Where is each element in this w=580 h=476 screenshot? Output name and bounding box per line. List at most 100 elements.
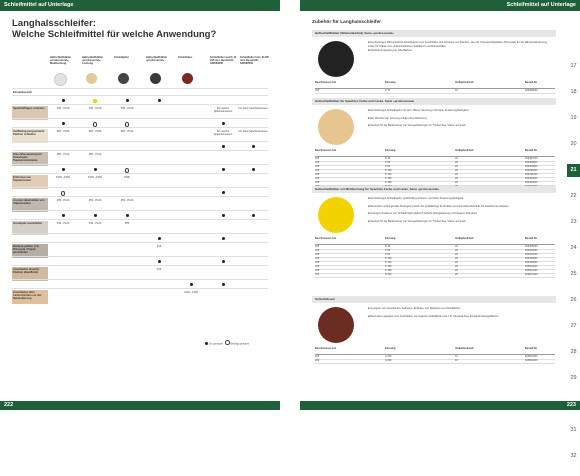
grit-range: Für weiche Spachtelmassen <box>213 130 233 136</box>
chapter-tab[interactable]: 23 <box>567 216 580 229</box>
suitable-dot-icon <box>238 168 268 172</box>
grit-range: A100 - A180 <box>184 291 198 294</box>
chapter-tab[interactable]: 20 <box>567 138 580 151</box>
grit-range: Für weiche Spachtelmassen <box>213 107 233 113</box>
suitable-dot-icon <box>208 122 238 126</box>
suitable-dot-icon <box>80 99 110 104</box>
grit-range: P16 <box>156 245 162 248</box>
column-header: Haftschleifblätter »professional« <box>146 56 168 62</box>
suitable-dot-icon <box>144 260 174 264</box>
grit-range: P60 - P120 <box>56 107 70 110</box>
bullet-text: Hochwertiges Schleifpapier, grobfleckig … <box>370 197 464 200</box>
chapter-tab[interactable]: 25 <box>567 268 580 281</box>
suitable-dot-icon <box>208 237 238 241</box>
chapter-tab[interactable]: 32 <box>567 450 580 463</box>
bullet-text: Hochwertiges Schleifpapier mit sehr offe… <box>370 109 469 112</box>
grit-range: P60 - P100 <box>88 199 102 202</box>
spec-table-header: Durchmesser mm Körnung Verkaufseinheit Best… <box>315 237 555 245</box>
spec-column-header: Verkaufseinheit <box>455 237 474 240</box>
matrix-header: Haftschleifblätter »professional«, Multi… <box>50 55 269 73</box>
chapter-tab[interactable]: 26 <box>567 294 580 307</box>
feature-bullet: ■ Besonders geeignet zum Anschleifen von… <box>368 315 548 319</box>
suitable-dot-icon <box>238 214 268 218</box>
product-section: Haftschleifblätter für Spachtel, Farbe u… <box>312 98 556 191</box>
spec-cell: 10 <box>455 89 458 92</box>
legend-suitable: Gut geeignet <box>208 342 224 346</box>
chapter-tab[interactable]: 28 <box>567 346 580 359</box>
chapter-tab[interactable]: 19 <box>567 112 580 125</box>
spec-cell: 25 <box>455 273 458 276</box>
row-label: Glas-/Vliestapetenputz Streichputz Tapet… <box>13 153 42 162</box>
column-header: Haftschleifblätter »professional«, Multi… <box>50 56 72 65</box>
matrix-row: Vollflächig einspachtelte Flächen schlei… <box>12 127 268 143</box>
column-header: Schleifvlies <box>178 56 193 59</box>
spec-cell: 225 <box>315 273 320 276</box>
suitable-dot-icon <box>48 99 78 103</box>
suitable-dot-icon <box>144 99 174 103</box>
matrix-row: Entfernen von Tapetenresten P100 - P180 P1… <box>12 173 268 189</box>
suitable-dot-icon <box>112 99 142 103</box>
matrix-row: Grundputz anschleifen P40 - P100 P40 - P10… <box>12 219 268 235</box>
chapter-tab[interactable]: 31 <box>567 424 580 437</box>
section-title: Haftschleifblätter mit Multilochung für … <box>312 186 556 193</box>
bullet-text: Perfekte Anpassung an Oberflächen <box>370 48 412 52</box>
spec-column-header: Durchmesser mm <box>315 149 337 152</box>
right-footer: 223 <box>300 401 580 410</box>
bullet-text: Ein Wechsel der Körnung erfolgt ohne Wer… <box>370 116 427 120</box>
left-page-number: 222 <box>4 402 14 408</box>
spec-table-header: Durchmesser mm Körnung Verkaufseinheit Best… <box>315 347 555 355</box>
grit-range: P80 - P120 <box>56 153 70 156</box>
row-label: Entfernen von Tapetenresten <box>13 176 32 182</box>
chapter-tab[interactable]: 29 <box>567 372 580 385</box>
chapter-tab[interactable]: 18 <box>567 86 580 99</box>
spec-column-header: Durchmesser mm <box>315 347 337 350</box>
title-line-2: Welche Schleifmittel für welche Anwendun… <box>12 29 217 40</box>
grit-range: P16 <box>156 268 162 271</box>
row-label: Decken/-platten (z.B. Dicryspal / Pagel)… <box>13 245 40 254</box>
spec-column-header: Körnung <box>385 149 396 152</box>
feature-bullet: ■ Speziell für die Bearbeitung von Versp… <box>368 220 548 224</box>
spec-column-header: Verkaufseinheit <box>455 149 474 152</box>
spec-column-header: Körnung <box>385 81 396 84</box>
spec-table-header: Durchmesser mm Körnung Verkaufseinheit Best… <box>315 81 555 89</box>
spec-column-header: Verkaufseinheit <box>455 81 474 84</box>
spec-column-header: Körnung <box>385 237 396 240</box>
product-image <box>318 41 354 77</box>
spec-column-header: Verkaufseinheit <box>455 347 474 350</box>
suitable-dot-icon <box>48 122 78 126</box>
left-header-bar: Schleifmittel auf Unterlage <box>0 0 280 11</box>
column-header: Schleifteller hart, Ø 225 mm, Bestell-Nr… <box>240 56 269 65</box>
spec-column-header: Durchmesser mm <box>315 237 337 240</box>
chapter-tab[interactable]: 27 <box>567 320 580 333</box>
grit-range: Für harte Spachtelmassen <box>238 107 268 110</box>
spec-column-header: Bestell-Nr. <box>525 347 538 350</box>
spec-cell: 626486000 <box>525 89 538 92</box>
grit-range: P60 - P120 <box>88 107 102 110</box>
product-section: Haftschleifblätter mit Multilochung für … <box>312 186 556 279</box>
chapter-tab[interactable]: 21 <box>567 164 580 177</box>
row-label: Anschleifen lasierter Flächen (Kauf/Holz… <box>13 268 40 274</box>
spec-cell: 626504000 <box>525 359 538 362</box>
spec-cell: A 360 <box>385 359 392 362</box>
chapter-tab[interactable]: 17 <box>567 60 580 73</box>
legend-limited: Bedingt geeignet <box>230 342 250 346</box>
right-page-title: Zubehör für Langhalsschleifer <box>312 20 382 25</box>
product-section: Schleifvliesen ■ Geeignet zum Anschleifen… <box>312 296 556 365</box>
mesh-disc-image <box>118 73 129 84</box>
feature-bullet: ■ Hochwertiges Siliziumkarbid-Schleifpap… <box>368 41 548 48</box>
suitable-dot-icon <box>144 237 174 241</box>
spec-cell: P 240 <box>385 273 392 276</box>
chapter-tab[interactable]: 22 <box>567 190 580 203</box>
product-images <box>50 73 268 86</box>
bullet-text: Hochwertiges Siliziumkarbid-Schleifpapie… <box>368 41 548 48</box>
feature-bullet: ■ Besonders wirkungsvolle Absaugung durc… <box>368 205 548 209</box>
bullet-text: Geeignet zum Anschleifen, Aufrauen, Entf… <box>370 307 461 310</box>
bullet-text: Speziell für die Bearbeitung von Verspac… <box>370 124 466 127</box>
row-label: An-/aus Handstellen von Altputzstellen <box>13 199 45 205</box>
right-header-title: Schleifmittel auf Unterlage <box>506 2 576 8</box>
grit-range: P80 - P180 <box>56 130 70 133</box>
row-label: Spachtelflugen schleifen <box>13 107 45 110</box>
chapter-tab[interactable]: 24 <box>567 242 580 255</box>
suitable-dot-icon <box>208 214 238 218</box>
left-footer: 222 <box>0 401 280 410</box>
